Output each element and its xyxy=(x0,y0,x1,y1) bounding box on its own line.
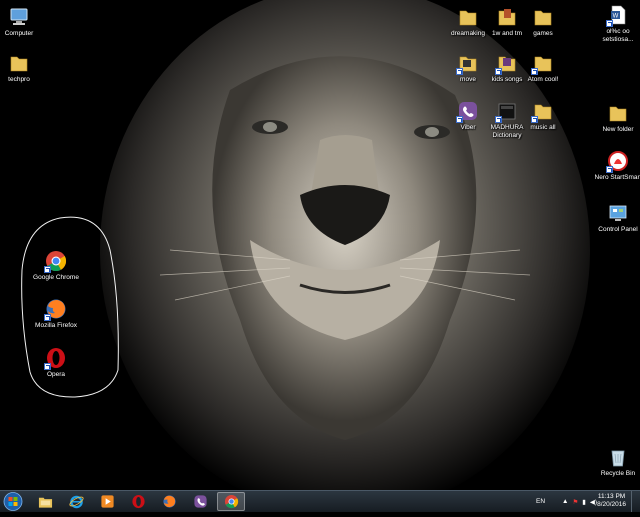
desktop-icon-label: games xyxy=(533,30,553,37)
clock-time: 11:13 PM xyxy=(597,493,626,500)
system-tray: ▲ ⚑ ▮ ◀) xyxy=(562,491,597,512)
media-player-icon xyxy=(100,495,114,508)
control-panel-icon xyxy=(609,205,627,221)
taskbar-media-player-button[interactable] xyxy=(93,492,121,511)
show-desktop-button[interactable] xyxy=(631,491,640,512)
desktop-icon-label: music all xyxy=(530,124,556,131)
network-icon[interactable]: ▮ xyxy=(582,498,586,506)
shortcut-arrow-icon xyxy=(531,116,538,123)
taskbar-chrome-button[interactable] xyxy=(217,492,245,511)
computer-icon xyxy=(10,8,28,25)
shortcut-arrow-icon xyxy=(531,68,538,75)
desktop-icon-atom-cool[interactable]: Atom cool! xyxy=(518,52,568,84)
shortcut-arrow-icon xyxy=(44,363,51,370)
shortcut-arrow-icon xyxy=(44,314,51,321)
shortcut-arrow-icon xyxy=(495,68,502,75)
firefox-icon xyxy=(162,495,176,508)
taskbar-opera-button[interactable] xyxy=(124,492,152,511)
desktop-icon-label: Recycle Bin xyxy=(600,470,636,477)
start-button[interactable] xyxy=(2,491,24,512)
desktop-icon-chrome[interactable]: Google Chrome xyxy=(31,250,81,282)
desktop-icon-label: Opera xyxy=(46,371,66,378)
explorer-icon xyxy=(38,497,52,508)
desktop-icon-recycle-bin[interactable]: Recycle Bin xyxy=(593,446,640,478)
desktop-icon-computer[interactable]: Computer xyxy=(0,6,44,38)
desktop-icon-label: ol%c oo setstiosa... xyxy=(602,28,634,43)
desktop-icon-new-folder[interactable]: New folder xyxy=(593,102,640,134)
viber-icon xyxy=(193,495,207,508)
folder-icon xyxy=(534,10,552,26)
shortcut-arrow-icon xyxy=(606,166,613,173)
shortcut-arrow-icon xyxy=(495,116,502,123)
taskbar-clock[interactable]: 11:13 PM 8/20/2016 xyxy=(597,493,626,509)
language-indicator[interactable]: EN xyxy=(536,491,545,512)
desktop-icon-label: Mozilla Firefox xyxy=(35,322,77,329)
desktop-icon-nero[interactable]: Nero StartSmart xyxy=(593,150,640,182)
desktop-icon-word-doc[interactable]: W ol%c oo setstiosa... xyxy=(593,4,640,44)
windows-start-icon xyxy=(3,492,23,511)
folder-icon xyxy=(459,10,477,26)
action-center-flag-icon[interactable]: ⚑ xyxy=(572,498,578,506)
desktop-icon-opera[interactable]: Opera xyxy=(31,347,81,379)
opera-icon xyxy=(131,494,145,509)
clock-date: 8/20/2016 xyxy=(597,501,626,508)
taskbar-firefox-button[interactable] xyxy=(155,492,183,511)
desktop-icon-label: Computer xyxy=(4,30,34,37)
desktop-icon-label: Nero StartSmart xyxy=(594,174,640,181)
tray-expand-icon[interactable]: ▲ xyxy=(562,498,568,505)
chrome-icon xyxy=(224,494,238,509)
desktop-icon-label: Atom cool! xyxy=(527,76,559,83)
desktop-icon-games[interactable]: games xyxy=(518,6,568,38)
folder-icon xyxy=(609,106,627,122)
folder-icon xyxy=(10,56,28,72)
shortcut-arrow-icon xyxy=(44,266,51,273)
taskbar: EN ▲ ⚑ ▮ ◀) 11:13 PM 8/20/2016 xyxy=(0,490,640,512)
desktop-icon-control-panel[interactable]: Control Panel xyxy=(593,202,640,234)
folder-icon xyxy=(498,9,516,26)
volume-icon[interactable]: ◀) xyxy=(590,498,597,506)
taskbar-ie-button[interactable] xyxy=(62,492,90,511)
desktop-icon-music-all[interactable]: music all xyxy=(518,100,568,132)
desktop-icon-techpro[interactable]: techpro xyxy=(0,52,44,84)
shortcut-arrow-icon xyxy=(456,116,463,123)
taskbar-explorer-button[interactable] xyxy=(31,492,59,511)
language-label: EN xyxy=(536,498,546,505)
desktop-icon-label: New folder xyxy=(602,126,634,133)
desktop-icon-label: Google Chrome xyxy=(33,274,79,281)
taskbar-viber-button[interactable] xyxy=(186,492,214,511)
svg-text:W: W xyxy=(613,14,619,20)
ie-icon xyxy=(68,495,84,509)
desktop-icon-label: Control Panel xyxy=(598,226,638,233)
recycle-bin-icon xyxy=(611,450,625,467)
desktop-icon-firefox[interactable]: Mozilla Firefox xyxy=(31,298,81,330)
shortcut-arrow-icon xyxy=(456,68,463,75)
shortcut-arrow-icon xyxy=(606,20,613,27)
desktop-icon-label: techpro xyxy=(8,76,30,83)
